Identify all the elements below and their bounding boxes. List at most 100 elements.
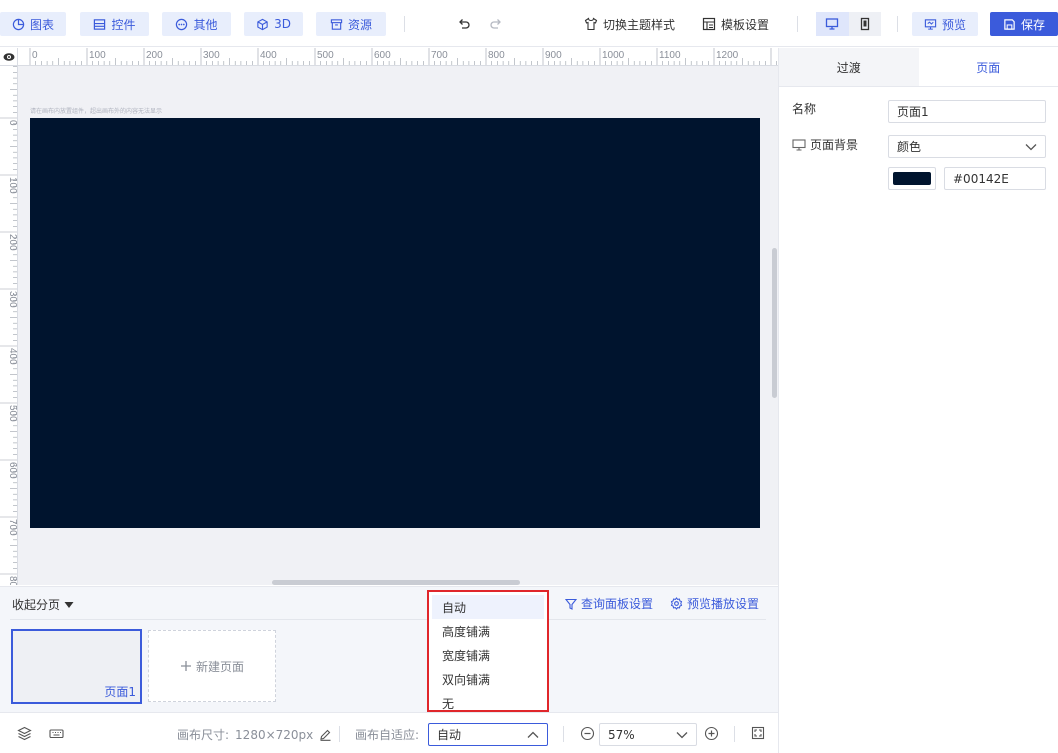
preview-icon bbox=[924, 18, 937, 30]
vertical-scrollbar[interactable] bbox=[772, 248, 777, 398]
canvas-region: 0 100 200 300 400 500 600 700 800 900 1000 1100 1200… bbox=[0, 48, 778, 585]
bottombar-divider bbox=[563, 726, 564, 742]
device-view-toggle bbox=[816, 12, 881, 36]
ruler-visibility-toggle[interactable] bbox=[0, 48, 18, 66]
query-panel-settings-link[interactable]: 查询面板设置 bbox=[565, 595, 653, 612]
monitor-icon bbox=[792, 138, 806, 151]
adapt-option-auto[interactable]: 自动 bbox=[432, 595, 544, 619]
ruler-label: 700 bbox=[7, 519, 18, 536]
gear-icon bbox=[670, 597, 683, 610]
preview-button[interactable]: 预览 bbox=[912, 12, 978, 36]
ruler-label: 200 bbox=[7, 234, 18, 251]
layers-button[interactable] bbox=[16, 725, 32, 741]
page-background-label: 页面背景 bbox=[792, 136, 858, 153]
canvas-stage[interactable] bbox=[30, 118, 760, 528]
adapt-option-none[interactable]: 无 bbox=[432, 691, 544, 715]
top-toolbar: 图表 控件 其他 3D 资源 切换主题样式 模板设置 预览 保存 bbox=[0, 0, 1058, 47]
tab-page[interactable]: 页面 bbox=[918, 48, 1058, 86]
canvas-adapt-select[interactable]: 自动 bbox=[428, 723, 548, 746]
resource-button-label: 资源 bbox=[347, 17, 372, 32]
zoom-out-button[interactable] bbox=[579, 725, 595, 741]
zoom-out-icon bbox=[580, 726, 594, 740]
horizontal-ruler-ticks: 0 100 200 300 400 500 600 700 800 900 1000 1100 1200 bbox=[29, 48, 778, 65]
keyboard-shortcuts-button[interactable] bbox=[48, 725, 64, 741]
ruler-label: 100 bbox=[7, 177, 18, 194]
edit-icon[interactable] bbox=[319, 728, 332, 741]
ruler-label: 800 bbox=[7, 576, 18, 585]
switch-theme-button[interactable]: 切换主题样式 bbox=[584, 12, 675, 36]
ruler-label: 1200 bbox=[716, 50, 739, 61]
template-settings-button[interactable]: 模板设置 bbox=[702, 12, 769, 36]
switch-theme-label: 切换主题样式 bbox=[603, 17, 676, 32]
ruler-label: 900 bbox=[545, 50, 562, 61]
undo-button[interactable] bbox=[457, 12, 471, 36]
three-d-button[interactable]: 3D bbox=[244, 12, 303, 36]
query-panel-settings-label: 查询面板设置 bbox=[581, 597, 654, 611]
fullscreen-icon bbox=[751, 726, 765, 740]
page-name-input[interactable]: 页面1 bbox=[888, 100, 1046, 123]
ruler-label: 200 bbox=[146, 50, 163, 61]
chevron-up-icon bbox=[527, 731, 539, 738]
ruler-label: 300 bbox=[7, 291, 18, 308]
background-color-picker[interactable] bbox=[888, 167, 936, 190]
page-thumbnail[interactable]: 页面1 bbox=[11, 629, 142, 704]
ruler-label: 400 bbox=[260, 50, 277, 61]
bottombar-divider bbox=[339, 726, 340, 742]
save-button[interactable]: 保存 bbox=[990, 12, 1058, 36]
adapt-option-fill-height[interactable]: 高度铺满 bbox=[432, 619, 544, 643]
other-button[interactable]: 其他 bbox=[162, 12, 231, 36]
ruler-label: 500 bbox=[7, 405, 18, 422]
preview-play-settings-link[interactable]: 预览播放设置 bbox=[670, 595, 759, 612]
desktop-icon bbox=[826, 18, 839, 30]
horizontal-scrollbar[interactable] bbox=[272, 580, 520, 585]
new-page-button[interactable]: 新建页面 bbox=[148, 630, 276, 702]
page-thumbnail-name: 页面1 bbox=[104, 685, 136, 699]
page-name-value: 页面1 bbox=[897, 105, 929, 119]
adapt-option-fill-width[interactable]: 宽度铺满 bbox=[432, 643, 544, 667]
fullscreen-button[interactable] bbox=[750, 725, 766, 741]
preview-button-label: 预览 bbox=[941, 17, 966, 32]
mobile-icon bbox=[860, 17, 869, 31]
new-page-label: 新建页面 bbox=[195, 659, 244, 674]
template-icon bbox=[702, 17, 716, 31]
canvas-size-label: 画布尺寸: bbox=[177, 728, 230, 742]
widget-button[interactable]: 控件 bbox=[80, 12, 149, 36]
ruler-label: 600 bbox=[374, 50, 391, 61]
background-color-hex-input[interactable]: #00142E bbox=[944, 167, 1046, 190]
archive-icon bbox=[330, 18, 343, 30]
more-icon bbox=[176, 18, 188, 30]
undo-icon bbox=[459, 19, 470, 29]
vertical-ruler-ticks: 0 100 200 300 400 500 600 700 800 bbox=[0, 66, 18, 585]
background-type-select[interactable]: 颜色 bbox=[888, 135, 1046, 158]
bottom-toolbar: 画布尺寸: 1280×720px 画布自适应: 自动 57% bbox=[0, 712, 778, 753]
zoom-select[interactable]: 57% bbox=[599, 723, 697, 746]
keyboard-icon bbox=[48, 728, 64, 738]
redo-button[interactable] bbox=[489, 12, 503, 36]
preview-play-settings-label: 预览播放设置 bbox=[687, 597, 760, 611]
canvas-adapt-dropdown: 自动 高度铺满 宽度铺满 双向铺满 无 bbox=[427, 590, 549, 712]
save-button-label: 保存 bbox=[1020, 17, 1045, 32]
mobile-view-button[interactable] bbox=[849, 12, 882, 36]
toolbar-divider bbox=[797, 16, 798, 32]
eye-icon bbox=[3, 52, 14, 61]
ruler-label: 0 bbox=[7, 120, 18, 126]
tab-transition[interactable]: 过渡 bbox=[779, 48, 919, 86]
other-button-label: 其他 bbox=[193, 17, 218, 32]
name-label: 名称 bbox=[792, 102, 817, 116]
chart-button-label: 图表 bbox=[29, 17, 54, 32]
ruler-label: 600 bbox=[7, 462, 18, 479]
redo-icon bbox=[490, 19, 501, 29]
ruler-label: 0 bbox=[32, 50, 38, 61]
chart-button[interactable]: 图表 bbox=[0, 12, 66, 36]
canvas-adapt-label: 画布自适应: bbox=[355, 728, 420, 742]
widget-icon bbox=[94, 18, 106, 30]
collapse-pages-button[interactable]: 收起分页 bbox=[12, 596, 74, 613]
zoom-in-button[interactable] bbox=[703, 725, 719, 741]
resource-button[interactable]: 资源 bbox=[316, 12, 386, 36]
three-d-button-label: 3D bbox=[274, 17, 291, 31]
color-swatch bbox=[893, 172, 931, 185]
ruler-label: 400 bbox=[7, 348, 18, 365]
adapt-option-fill-both[interactable]: 双向铺满 bbox=[432, 667, 544, 691]
desktop-view-button[interactable] bbox=[816, 12, 849, 36]
layers-icon bbox=[16, 726, 32, 740]
